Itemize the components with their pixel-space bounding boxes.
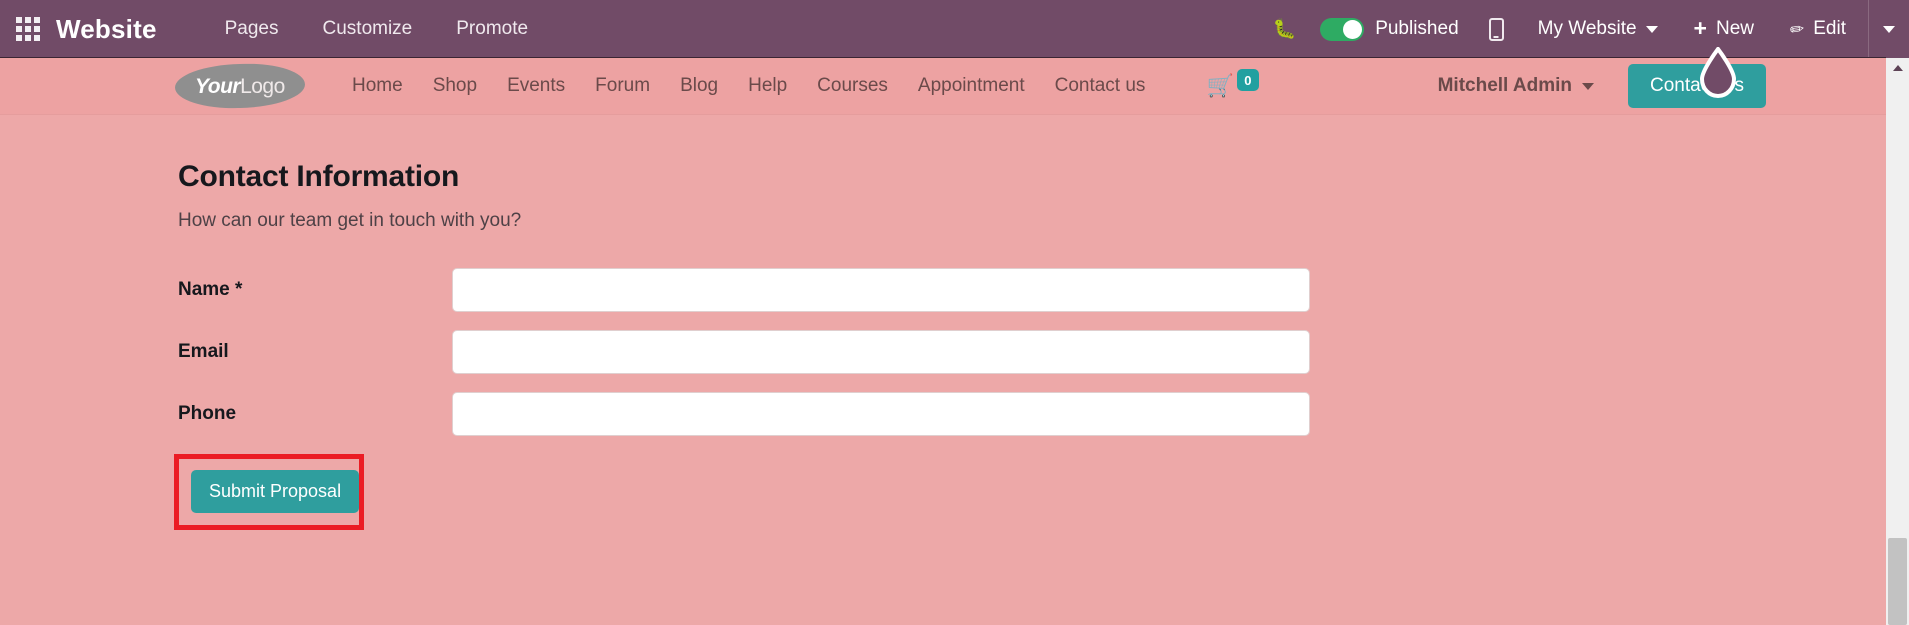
phone-input[interactable] xyxy=(452,392,1310,436)
email-input[interactable] xyxy=(452,330,1310,374)
form-row-phone: Phone xyxy=(178,392,1886,436)
phone-field-label: Phone xyxy=(178,403,237,424)
website-selector-label: My Website xyxy=(1537,18,1637,39)
odoo-top-bar: Website Pages Customize Promote 🐛 Publis… xyxy=(0,0,1909,58)
topbar-item-customize[interactable]: Customize xyxy=(301,0,435,58)
published-toggle[interactable]: Published xyxy=(1312,0,1472,58)
topbar-item-pages[interactable]: Pages xyxy=(203,0,301,58)
new-button[interactable]: + New xyxy=(1676,0,1772,58)
mobile-preview-icon[interactable] xyxy=(1473,0,1520,58)
topbar-item-promote[interactable]: Promote xyxy=(434,0,550,58)
nav-link-forum[interactable]: Forum xyxy=(580,75,665,97)
triangle-up-icon[interactable] xyxy=(1886,58,1909,77)
page-subtitle: How can our team get in touch with you? xyxy=(178,210,522,231)
topbar-menu: Pages Customize Promote xyxy=(203,0,550,58)
website-header: YourLogo Home Shop Events Forum Blog Hel… xyxy=(0,58,1886,115)
site-logo-text: YourLogo xyxy=(195,74,285,98)
submit-proposal-button[interactable]: Submit Proposal xyxy=(191,470,360,513)
nav-link-appointment[interactable]: Appointment xyxy=(903,75,1040,97)
mobile-glyph xyxy=(1488,17,1504,41)
form-row-email: Email xyxy=(178,330,1886,374)
chevron-down-icon xyxy=(1883,25,1895,33)
contact-form: Name * Email Phone Submit Proposal xyxy=(174,268,1886,530)
name-field-label: Name * xyxy=(178,279,243,300)
topbar-overflow-caret[interactable] xyxy=(1869,0,1909,58)
shopping-cart-icon: 🛒 xyxy=(1206,73,1234,98)
apps-grid-dots xyxy=(16,17,40,41)
new-button-label: New xyxy=(1715,18,1754,39)
nav-link-help[interactable]: Help xyxy=(733,75,802,97)
plus-icon: + xyxy=(1693,14,1707,41)
vertical-scrollbar[interactable] xyxy=(1886,58,1909,625)
bug-glyph: 🐛 xyxy=(1272,18,1297,40)
site-logo-bold: Your xyxy=(195,74,241,98)
cart-button[interactable]: 🛒 0 xyxy=(1206,69,1259,98)
page-title: Contact Information xyxy=(178,160,460,193)
user-menu[interactable]: Mitchell Admin xyxy=(1437,75,1595,97)
nav-link-blog[interactable]: Blog xyxy=(665,75,733,97)
form-row-name: Name * xyxy=(178,268,1886,312)
email-field-label: Email xyxy=(178,341,229,362)
published-toggle-switch[interactable] xyxy=(1320,17,1365,41)
cart-count-badge: 0 xyxy=(1236,69,1259,91)
nav-link-courses[interactable]: Courses xyxy=(802,75,903,97)
contact-us-cta-button[interactable]: Contact Us xyxy=(1628,64,1766,108)
toggle-knob xyxy=(1343,19,1363,39)
website-preview-frame: YourLogo Home Shop Events Forum Blog Hel… xyxy=(0,58,1886,625)
topbar-right-group: 🐛 Published My Website + New ✏ Edit xyxy=(1257,0,1909,58)
site-nav: Home Shop Events Forum Blog Help Courses… xyxy=(337,75,1160,97)
screen-root: Website Pages Customize Promote 🐛 Publis… xyxy=(0,0,1909,625)
chevron-down-icon xyxy=(1645,25,1658,33)
edit-button-label: Edit xyxy=(1813,18,1846,39)
name-input[interactable] xyxy=(452,268,1310,312)
site-logo[interactable]: YourLogo xyxy=(174,62,306,110)
scrollbar-thumb[interactable] xyxy=(1888,538,1907,625)
apps-grid-icon[interactable] xyxy=(0,0,56,58)
app-brand-title: Website xyxy=(56,13,157,44)
pencil-icon: ✏ xyxy=(1788,18,1806,40)
website-body: Contact Information How can our team get… xyxy=(0,115,1886,625)
chevron-down-icon xyxy=(1582,82,1595,90)
submit-area: Submit Proposal xyxy=(174,454,364,530)
nav-link-events[interactable]: Events xyxy=(492,75,580,97)
nav-link-contact-us[interactable]: Contact us xyxy=(1040,75,1161,97)
published-label: Published xyxy=(1375,18,1459,39)
edit-button[interactable]: ✏ Edit xyxy=(1772,0,1864,58)
user-menu-label: Mitchell Admin xyxy=(1437,75,1573,96)
frame-top-hairline xyxy=(0,57,1886,58)
website-selector[interactable]: My Website xyxy=(1520,0,1676,58)
site-logo-light: Logo xyxy=(240,74,285,98)
nav-link-home[interactable]: Home xyxy=(337,75,418,97)
bug-icon[interactable]: 🐛 xyxy=(1257,0,1313,58)
nav-link-shop[interactable]: Shop xyxy=(418,75,492,97)
